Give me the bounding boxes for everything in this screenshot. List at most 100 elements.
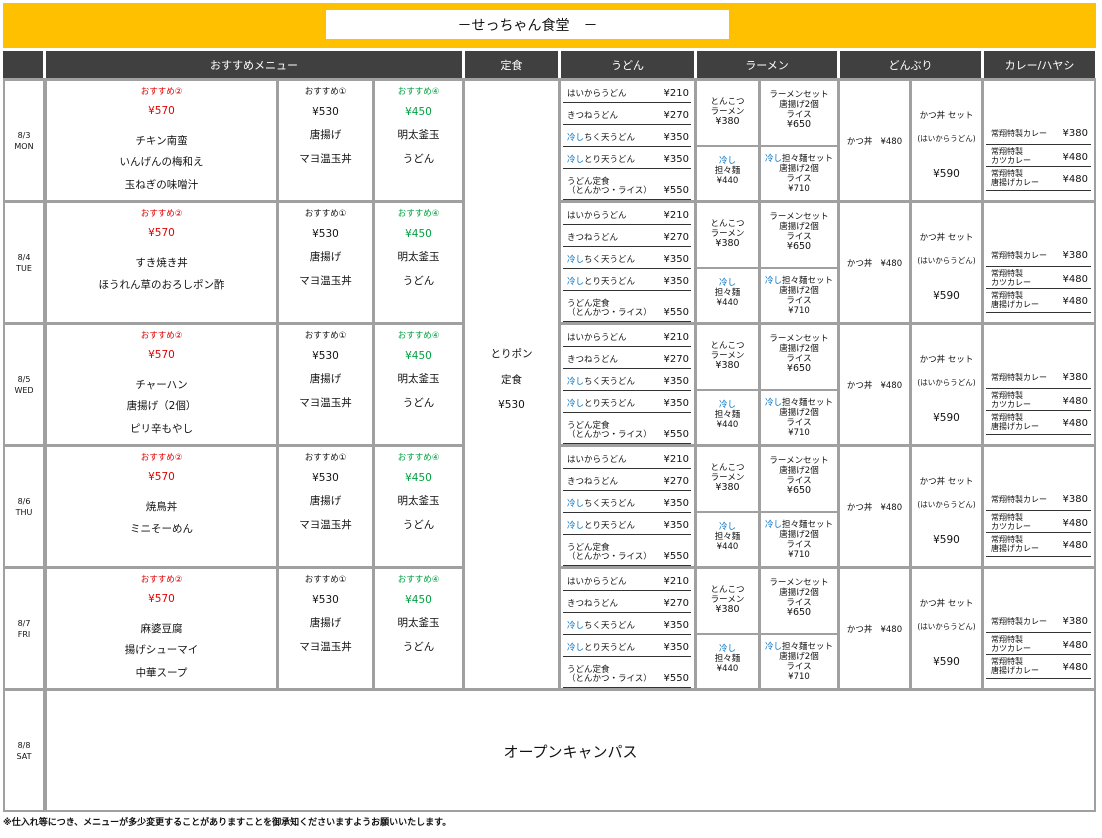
curry-price: ¥480	[1062, 296, 1088, 307]
hiyashi-tantan: 冷し 担々麺 ¥440	[697, 278, 758, 308]
recommend-2-item: 唐揚げ（2個）	[126, 400, 197, 412]
curry-name: 常翔特製カレー	[991, 373, 1047, 382]
curry-row: 常翔特製カレー ¥380	[986, 123, 1091, 145]
recommend-2-cell: おすすめ② ¥570 麻婆豆腐 揚げシューマイ 中華スープ	[47, 569, 276, 688]
curry-name-sub: カツカレー	[991, 644, 1031, 653]
katsudon-price: ¥480	[880, 259, 903, 269]
udon-row: きつねうどん ¥270	[563, 347, 691, 369]
recommend-1-cell: おすすめ① ¥530 唐揚げ マヨ温玉丼	[279, 81, 372, 200]
udon-price: ¥350	[663, 132, 689, 143]
recommend-4-price: ¥450	[405, 106, 432, 118]
tantan-set-line: 唐揚げ2個	[779, 286, 819, 296]
udon-price: ¥270	[663, 354, 689, 365]
udon-name: 冷しとり天うどん	[567, 397, 635, 409]
hiyashi-prefix: 冷し	[718, 644, 736, 654]
curry-row: 常翔特製 唐揚げカレー ¥480	[986, 655, 1091, 679]
ramen-tantan-set-cell: 冷し担々麺セット 唐揚げ2個 ライス ¥710	[761, 513, 837, 566]
curry-price: ¥480	[1062, 418, 1088, 429]
tantan-set-line: ¥710	[788, 550, 810, 560]
hiyashi-tantan: 冷し 担々麺 ¥440	[697, 400, 758, 430]
curry-name-text: 常翔特製	[991, 657, 1023, 666]
udon-name-sub: （とんかつ・ライス）	[567, 430, 652, 440]
hiyashi-line: ¥440	[716, 420, 739, 430]
udon-price: ¥550	[663, 551, 689, 562]
recommend-1-cell: おすすめ① ¥530 唐揚げ マヨ温玉丼	[279, 447, 372, 566]
ramen-hiyashi-cell: 冷し 担々麺 ¥440	[697, 269, 758, 322]
recommend-2-cell: おすすめ② ¥570 すき焼き丼 ほうれん草のおろしポン酢	[47, 203, 276, 322]
katsudon-set-cell: かつ丼 セット (はいからうどん) ¥590	[912, 569, 981, 688]
header-ramen: ラーメン	[697, 51, 837, 78]
date-cell: 8/6 THU	[5, 447, 43, 566]
udon-row: 冷しとり天うどん ¥350	[563, 147, 691, 169]
recommend-4-cell: おすすめ④ ¥450 明太釜玉 うどん	[375, 325, 462, 444]
tantan-set-line: 冷し担々麺セット	[761, 276, 837, 286]
udon-cell: はいからうどん ¥210 きつねうどん ¥270 冷しちく天うどん ¥350 冷しとり天うど…	[561, 447, 694, 566]
tantan-set-name: 担々麺セット	[782, 398, 834, 408]
recommend-4-item: 明太釜玉	[397, 617, 440, 629]
curry-name: 常翔特製カレー	[991, 495, 1047, 504]
recommend-2-label: おすすめ②	[140, 87, 183, 97]
tantan-set-name: 担々麺セット	[782, 642, 834, 652]
recommend-1-price: ¥530	[312, 106, 339, 118]
ramen-set-cell: ラーメンセット 唐揚げ2個 ライス ¥650	[761, 569, 837, 633]
curry-name-text: 常翔特製	[991, 291, 1023, 300]
tantan-set: 冷し担々麺セット 唐揚げ2個 ライス ¥710	[761, 520, 837, 560]
curry-price: ¥480	[1062, 396, 1088, 407]
udon-price: ¥550	[663, 185, 689, 196]
udon-cell: はいからうどん ¥210 きつねうどん ¥270 冷しちく天うどん ¥350 冷しとり天うど…	[561, 325, 694, 444]
ramen-tantan-set-cell: 冷し担々麺セット 唐揚げ2個 ライス ¥710	[761, 147, 837, 200]
recommend-2-price: ¥570	[148, 349, 175, 361]
katsudon-cell: かつ丼 ¥480	[840, 81, 909, 200]
curry-name: 常翔特製 カツカレー	[991, 635, 1031, 653]
date-cell: 8/8 SAT	[5, 691, 43, 810]
recommend-2-label: おすすめ②	[140, 453, 183, 463]
weekday-label: TUE	[16, 263, 32, 273]
ramen-set-cell: ラーメンセット 唐揚げ2個 ライス ¥650	[761, 325, 837, 389]
ramen-set-line: 唐揚げ2個	[779, 466, 819, 476]
ramen-set-cell: ラーメンセット 唐揚げ2個 ライス ¥650	[761, 447, 837, 511]
katsudon-set-desc: (はいからうどん)	[917, 500, 976, 509]
katsudon-set-price: ¥590	[933, 656, 960, 668]
hiyashi-prefix: 冷し	[764, 398, 782, 408]
udon-row: きつねうどん ¥270	[563, 591, 691, 613]
hiyashi-tantan: 冷し 担々麺 ¥440	[697, 522, 758, 552]
hiyashi-line: 担々麺	[714, 654, 741, 664]
recommend-4-item: うどん	[402, 153, 435, 165]
ramen-set: ラーメンセット 唐揚げ2個 ライス ¥650	[761, 334, 837, 374]
recommend-2-price: ¥570	[148, 105, 175, 117]
hiyashi-tantan: 冷し 担々麺 ¥440	[697, 156, 758, 186]
ramen-hiyashi-cell: 冷し 担々麺 ¥440	[697, 513, 758, 566]
curry-cell: 常翔特製カレー ¥380 常翔特製 カツカレー ¥480 常翔特製 唐揚げカレー ¥480	[984, 569, 1094, 688]
curry-row: 常翔特製カレー ¥380	[986, 489, 1091, 511]
udon-name-text: きつねうどん	[567, 599, 619, 609]
recommend-1-item: マヨ温玉丼	[299, 519, 352, 531]
recommend-1-item: 唐揚げ	[309, 129, 342, 141]
ramen-set-line: ¥650	[786, 119, 812, 130]
ramen-set-line: ¥650	[786, 607, 812, 618]
recommend-2-item: チキン南蛮	[135, 135, 188, 147]
recommend-1-label: おすすめ①	[304, 331, 347, 341]
page-title: －せっちゃん食堂 －	[326, 10, 729, 39]
udon-row: 冷しちく天うどん ¥350	[563, 125, 691, 147]
katsudon-cell: かつ丼 ¥480	[840, 447, 909, 566]
udon-price: ¥550	[663, 429, 689, 440]
hiyashi-prefix: 冷し	[567, 643, 585, 653]
udon-row: はいからうどん ¥210	[563, 81, 691, 103]
recommend-2-item: ほうれん草のおろしポン酢	[98, 279, 225, 291]
ramen-set-cell: ラーメンセット 唐揚げ2個 ライス ¥650	[761, 81, 837, 145]
curry-cell: 常翔特製カレー ¥380 常翔特製 カツカレー ¥480 常翔特製 唐揚げカレー ¥480	[984, 325, 1094, 444]
udon-row: はいからうどん ¥210	[563, 447, 691, 469]
recommend-1-label: おすすめ①	[304, 87, 347, 97]
curry-row: 常翔特製 カツカレー ¥480	[986, 145, 1091, 167]
curry-price: ¥480	[1062, 274, 1088, 285]
curry-price: ¥380	[1062, 494, 1088, 505]
weekday-label: MON	[14, 141, 34, 151]
udon-cell: はいからうどん ¥210 きつねうどん ¥270 冷しちく天うどん ¥350 冷しとり天うど…	[561, 81, 694, 200]
hiyashi-prefix: 冷し	[567, 377, 585, 387]
curry-name: 常翔特製カレー	[991, 251, 1047, 260]
recommend-4-label: おすすめ④	[397, 209, 440, 219]
recommend-2-item: 焼鳥丼	[145, 501, 178, 513]
udon-row: きつねうどん ¥270	[563, 225, 691, 247]
curry-name: 常翔特製 唐揚げカレー	[991, 169, 1039, 187]
recommend-1-price: ¥530	[312, 228, 339, 240]
